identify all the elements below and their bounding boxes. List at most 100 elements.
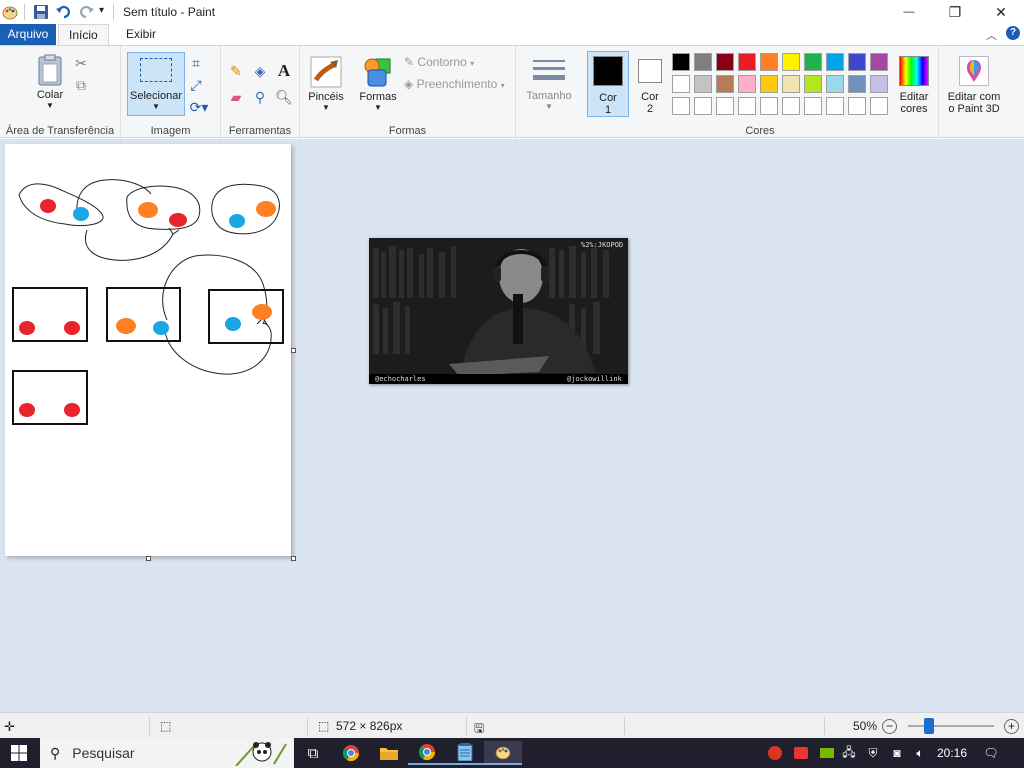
- minimize-button[interactable]: —: [886, 0, 932, 24]
- paint-taskbar-button[interactable]: [484, 741, 522, 765]
- magnifier-icon[interactable]: 🔍︎: [275, 88, 293, 106]
- copy-icon[interactable]: ⧉: [72, 76, 90, 94]
- select-label: Selecionar: [130, 90, 182, 102]
- watermark-top-right: %2%:JKOPOD: [581, 241, 623, 249]
- palette-swatch[interactable]: [738, 53, 756, 71]
- palette-swatch[interactable]: [826, 75, 844, 93]
- nvidia-tray-icon[interactable]: [818, 744, 836, 762]
- zoom-slider-thumb[interactable]: [924, 718, 934, 734]
- palette-swatch[interactable]: [870, 53, 888, 71]
- crop-icon[interactable]: ⌗: [187, 54, 205, 72]
- palette-swatch[interactable]: [672, 53, 690, 71]
- rotate-icon[interactable]: ⟳▾: [187, 98, 211, 116]
- palette-swatch[interactable]: [716, 75, 734, 93]
- zoom-slider-track[interactable]: [908, 725, 994, 727]
- taskbar-search[interactable]: ⚲ Pesquisar: [40, 738, 294, 768]
- shapes-button[interactable]: Formas ▼: [358, 50, 398, 112]
- palette-swatch[interactable]: [782, 97, 800, 115]
- palette-swatch[interactable]: [694, 75, 712, 93]
- palette-swatch[interactable]: [804, 97, 822, 115]
- maximize-button[interactable]: ❐: [932, 0, 978, 24]
- save-icon[interactable]: [33, 4, 49, 22]
- resize-icon[interactable]: ⤢: [187, 76, 205, 94]
- antivirus-tray-icon[interactable]: [766, 744, 784, 762]
- canvas-area[interactable]: %2%:JKOPOD @echocharles @jockowillink: [0, 139, 1024, 712]
- undo-icon[interactable]: [55, 3, 73, 21]
- clock[interactable]: 20:16: [934, 744, 970, 762]
- pencil-icon[interactable]: ✎: [227, 62, 245, 80]
- edit-paint3d-button[interactable]: Editar com o Paint 3D: [943, 50, 1005, 115]
- pasted-podcast-image[interactable]: %2%:JKOPOD @echocharles @jockowillink: [369, 238, 628, 384]
- color-picker-icon[interactable]: ⚲: [251, 88, 269, 106]
- palette-swatch[interactable]: [672, 75, 690, 93]
- zoom-out-button[interactable]: −: [882, 719, 897, 734]
- outline-button[interactable]: ✎ Contorno ▾: [404, 55, 474, 69]
- chrome-icon: [418, 744, 436, 761]
- start-button[interactable]: [0, 741, 38, 765]
- palette-swatch[interactable]: [804, 53, 822, 71]
- palette-swatch[interactable]: [848, 75, 866, 93]
- rectangle: [106, 287, 181, 342]
- color2-label-a: Cor: [641, 91, 659, 103]
- brushes-button[interactable]: Pincéis ▼: [306, 50, 346, 112]
- edit-colors-button[interactable]: Editar cores: [892, 50, 936, 115]
- palette-swatch[interactable]: [760, 75, 778, 93]
- task-view-button[interactable]: ⧉: [294, 741, 332, 765]
- palette-swatch[interactable]: [716, 97, 734, 115]
- security-shield-icon[interactable]: ⛨: [864, 744, 882, 762]
- palette-swatch[interactable]: [804, 75, 822, 93]
- resize-handle-corner[interactable]: [291, 556, 296, 561]
- notepad-button[interactable]: [446, 741, 484, 765]
- fill-button[interactable]: ◈ Preenchimento ▾: [404, 77, 505, 91]
- customize-toolbar-icon[interactable]: ▾: [99, 5, 109, 23]
- palette-swatch[interactable]: [782, 75, 800, 93]
- palette-swatch[interactable]: [848, 97, 866, 115]
- paste-button[interactable]: Colar ▼: [30, 50, 70, 110]
- tab-exibir[interactable]: Exibir: [116, 24, 166, 45]
- file-explorer-button[interactable]: [370, 741, 408, 765]
- freehand-loop: [18, 183, 104, 227]
- palette-swatch[interactable]: [672, 97, 690, 115]
- cut-icon[interactable]: ✂: [72, 54, 90, 72]
- palette-swatch[interactable]: [782, 53, 800, 71]
- chrome-window-button[interactable]: [408, 741, 446, 765]
- size-button[interactable]: Tamanho ▼: [525, 50, 573, 111]
- eraser-icon[interactable]: ▰: [227, 88, 245, 106]
- palette-swatch[interactable]: [694, 53, 712, 71]
- network-icon[interactable]: 🖧︎: [840, 744, 858, 762]
- redo-icon[interactable]: [77, 3, 95, 21]
- size-group: Tamanho ▼: [516, 46, 582, 139]
- resize-handle-bottom[interactable]: [146, 556, 151, 561]
- palette-swatch[interactable]: [760, 53, 778, 71]
- file-size-icon: 🖫︎: [474, 721, 485, 735]
- palette-swatch[interactable]: [694, 97, 712, 115]
- tab-inicio[interactable]: Início: [58, 24, 109, 46]
- palette-swatch[interactable]: [848, 53, 866, 71]
- image-group-label: Imagem: [150, 125, 191, 137]
- palette-swatch[interactable]: [760, 97, 778, 115]
- help-icon[interactable]: ?: [1006, 26, 1020, 40]
- palette-swatch[interactable]: [716, 53, 734, 71]
- palette-swatch[interactable]: [870, 97, 888, 115]
- palette-swatch[interactable]: [738, 97, 756, 115]
- palette-swatch[interactable]: [870, 75, 888, 93]
- chrome-taskbar-button[interactable]: [332, 741, 370, 765]
- webcam-tray-icon[interactable]: ◙: [888, 744, 906, 762]
- drawing-canvas[interactable]: [5, 144, 291, 556]
- volume-icon[interactable]: 🔈︎: [910, 744, 930, 762]
- tab-arquivo[interactable]: Arquivo: [0, 24, 56, 45]
- fill-bucket-icon[interactable]: ◈: [251, 62, 269, 80]
- color1-button[interactable]: Cor 1: [587, 51, 629, 117]
- zoom-in-button[interactable]: +: [1004, 719, 1019, 734]
- palette-swatch[interactable]: [826, 97, 844, 115]
- select-button[interactable]: Selecionar ▼: [127, 52, 185, 116]
- anydesk-tray-icon[interactable]: [792, 744, 810, 762]
- collapse-ribbon-icon[interactable]: ︿: [986, 27, 997, 43]
- color2-button[interactable]: Cor 2: [632, 51, 668, 115]
- palette-swatch[interactable]: [738, 75, 756, 93]
- notifications-icon[interactable]: 🗨︎: [982, 744, 1000, 762]
- close-button[interactable]: ✕: [978, 0, 1024, 24]
- text-tool-icon[interactable]: A: [275, 61, 293, 80]
- resize-handle-right[interactable]: [291, 348, 296, 353]
- palette-swatch[interactable]: [826, 53, 844, 71]
